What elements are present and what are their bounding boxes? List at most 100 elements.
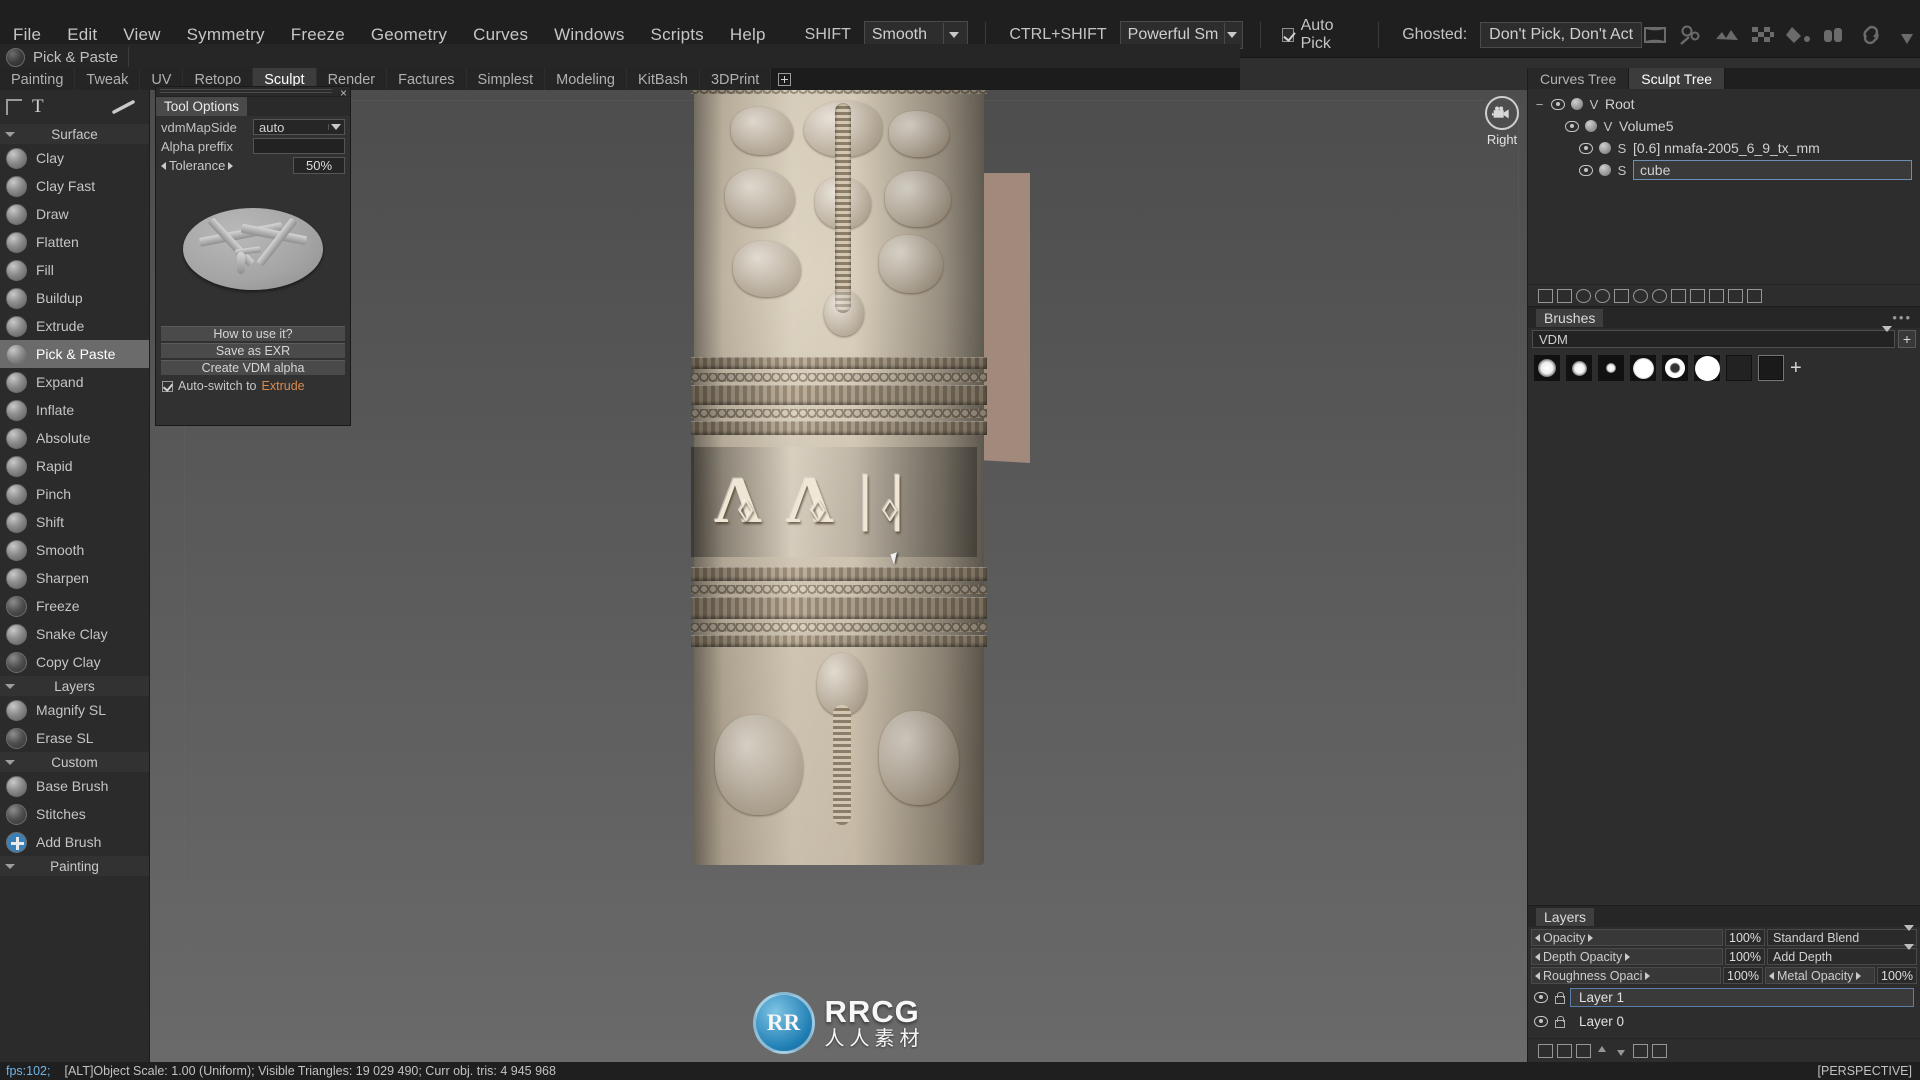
sculpted-pillar-model[interactable]: Λ Λ | | ◊ ◊ ◊ [689, 90, 989, 865]
view-orientation-widget[interactable]: Right [1483, 96, 1521, 147]
brush-alpha-item-selected[interactable] [1758, 355, 1784, 381]
copy-icon[interactable] [1709, 288, 1724, 303]
vdm-alpha-preview[interactable] [156, 174, 350, 324]
tool-add-brush[interactable]: Add Brush [0, 828, 149, 856]
export-icon[interactable] [1747, 288, 1762, 303]
sphere-primitive-icon[interactable] [1576, 288, 1591, 303]
list-icon[interactable] [1671, 288, 1686, 303]
panel-drag-handle[interactable]: × [156, 86, 350, 100]
lock-icon[interactable] [1554, 1015, 1565, 1028]
tolerance-slider-row[interactable]: Tolerance 50% [156, 157, 350, 174]
tool-erase-sl[interactable]: Erase SL [0, 724, 149, 752]
delete-icon[interactable] [1728, 288, 1743, 303]
checkbox-icon-2[interactable] [162, 380, 173, 392]
visibility-ball-icon[interactable] [1571, 98, 1583, 110]
camera-icon[interactable] [1485, 96, 1519, 130]
corner-crop-icon[interactable] [6, 99, 22, 115]
depth-opacity-slider[interactable]: Depth Opacity [1531, 948, 1723, 965]
gears-icon[interactable] [1678, 23, 1704, 47]
depth-opacity-value[interactable]: 100% [1725, 948, 1765, 965]
lock-icon[interactable] [1554, 991, 1565, 1004]
tool-section-surface[interactable]: Surface [0, 124, 149, 144]
tree-node[interactable]: S [0.6] nmafa-2005_6_9_tx_mm [1528, 137, 1920, 159]
blend-mode-dropdown[interactable]: Standard Blend [1767, 924, 1917, 946]
opacity-value[interactable]: 100% [1725, 929, 1765, 946]
auto-pick-checkbox[interactable]: Auto Pick [1278, 17, 1362, 53]
tool-flatten[interactable]: Flatten [0, 228, 149, 256]
text-tool-icon[interactable]: T [32, 96, 44, 118]
tab-modeling[interactable]: Modeling [545, 68, 627, 90]
brush-alpha-item[interactable] [1630, 355, 1656, 381]
create-vdm-alpha-button[interactable]: Create VDM alpha [161, 360, 345, 375]
layer-row[interactable]: Layer 0 [1528, 1011, 1920, 1032]
tool-smooth[interactable]: Smooth [0, 536, 149, 564]
tolerance-value[interactable]: 50% [293, 157, 345, 174]
increment-icon[interactable] [228, 161, 234, 170]
layer-row[interactable]: Layer 1 [1528, 987, 1920, 1008]
ghosted-mode-dropdown[interactable]: Don't Pick, Don't Act [1480, 21, 1643, 48]
add-brush-plus-icon[interactable]: + [1790, 357, 1802, 380]
delete-layer-icon[interactable] [1652, 1043, 1667, 1058]
visibility-ball-icon[interactable] [1599, 164, 1611, 176]
add-volume-icon[interactable] [1538, 288, 1553, 303]
tool-clay[interactable]: Clay [0, 144, 149, 172]
add-layer-icon[interactable] [1538, 1043, 1553, 1058]
eye-icon[interactable] [1565, 120, 1579, 132]
brush-alpha-item[interactable] [1534, 355, 1560, 381]
cylinder-primitive-icon[interactable] [1595, 288, 1610, 303]
eye-icon[interactable] [1551, 98, 1565, 110]
close-icon[interactable]: × [340, 86, 347, 100]
depth-mode-dropdown[interactable]: Add Depth [1767, 943, 1917, 965]
tool-sharpen[interactable]: Sharpen [0, 564, 149, 592]
duplicate-layer-icon[interactable] [1557, 1043, 1572, 1058]
material-rolls-icon[interactable] [1822, 23, 1848, 47]
brushes-menu-icon[interactable]: ••• [1892, 310, 1912, 325]
tab-curves-tree[interactable]: Curves Tree [1528, 68, 1630, 89]
eye-icon[interactable] [1579, 142, 1593, 154]
decrement-icon[interactable] [161, 161, 166, 170]
merge-down-icon[interactable] [1576, 1043, 1591, 1058]
eye-icon[interactable] [1579, 164, 1593, 176]
tree-node[interactable]: Scube [1528, 159, 1920, 181]
tab-sculpt-tree[interactable]: Sculpt Tree [1629, 68, 1726, 89]
paint-bucket-icon[interactable] [1786, 23, 1812, 47]
tree-node[interactable]: V Volume5 [1528, 115, 1920, 137]
metal-opacity-slider[interactable]: Metal Opacity [1765, 967, 1875, 984]
checker-icon[interactable] [1750, 23, 1776, 47]
brush-alpha-item[interactable] [1726, 355, 1752, 381]
3d-viewport[interactable]: ✕ Right [150, 90, 1527, 1062]
eye-icon[interactable] [1534, 992, 1548, 1003]
info-icon[interactable] [1652, 288, 1667, 303]
tab-tweak[interactable]: Tweak [75, 68, 141, 90]
tree-node-name[interactable]: [0.6] nmafa-2005_6_9_tx_mm [1633, 140, 1820, 156]
add-brush-set-button[interactable]: + [1898, 330, 1916, 348]
clear-layer-icon[interactable] [1633, 1043, 1648, 1058]
tool-expand[interactable]: Expand [0, 368, 149, 396]
tool-magnify-sl[interactable]: Magnify SL [0, 696, 149, 724]
tree-node-name[interactable]: Root [1605, 96, 1635, 112]
tool-freeze[interactable]: Freeze [0, 592, 149, 620]
tool-clay-fast[interactable]: Clay Fast [0, 172, 149, 200]
move-up-icon[interactable] [1595, 1044, 1610, 1058]
close-icon-viewport[interactable]: ✕ [1506, 90, 1519, 92]
move-down-icon[interactable] [1614, 1044, 1629, 1058]
alpha-prefix-input[interactable] [253, 138, 345, 154]
metal-opacity-value[interactable]: 100% [1877, 967, 1917, 984]
tool-section-painting[interactable]: Painting [0, 856, 149, 876]
link-icon[interactable] [1858, 23, 1884, 47]
tab-factures[interactable]: Factures [387, 68, 467, 90]
brush-alpha-item[interactable] [1662, 355, 1688, 381]
tab-painting[interactable]: Painting [0, 68, 76, 90]
tree-node-name[interactable]: cube [1633, 160, 1912, 180]
tool-shift[interactable]: Shift [0, 508, 149, 536]
brush-alpha-item[interactable] [1694, 355, 1720, 381]
tool-inflate[interactable]: Inflate [0, 396, 149, 424]
roughness-opacity-value[interactable]: 100% [1723, 967, 1763, 984]
auto-switch-row[interactable]: Auto-switch to Extrude [156, 375, 350, 393]
collapse-icon[interactable]: − [1534, 97, 1545, 112]
tool-pinch[interactable]: Pinch [0, 480, 149, 508]
add-tab-icon[interactable] [771, 68, 798, 90]
stroke-icon[interactable] [111, 99, 137, 115]
tree-node-name[interactable]: Volume5 [1619, 118, 1673, 134]
tool-draw[interactable]: Draw [0, 200, 149, 228]
